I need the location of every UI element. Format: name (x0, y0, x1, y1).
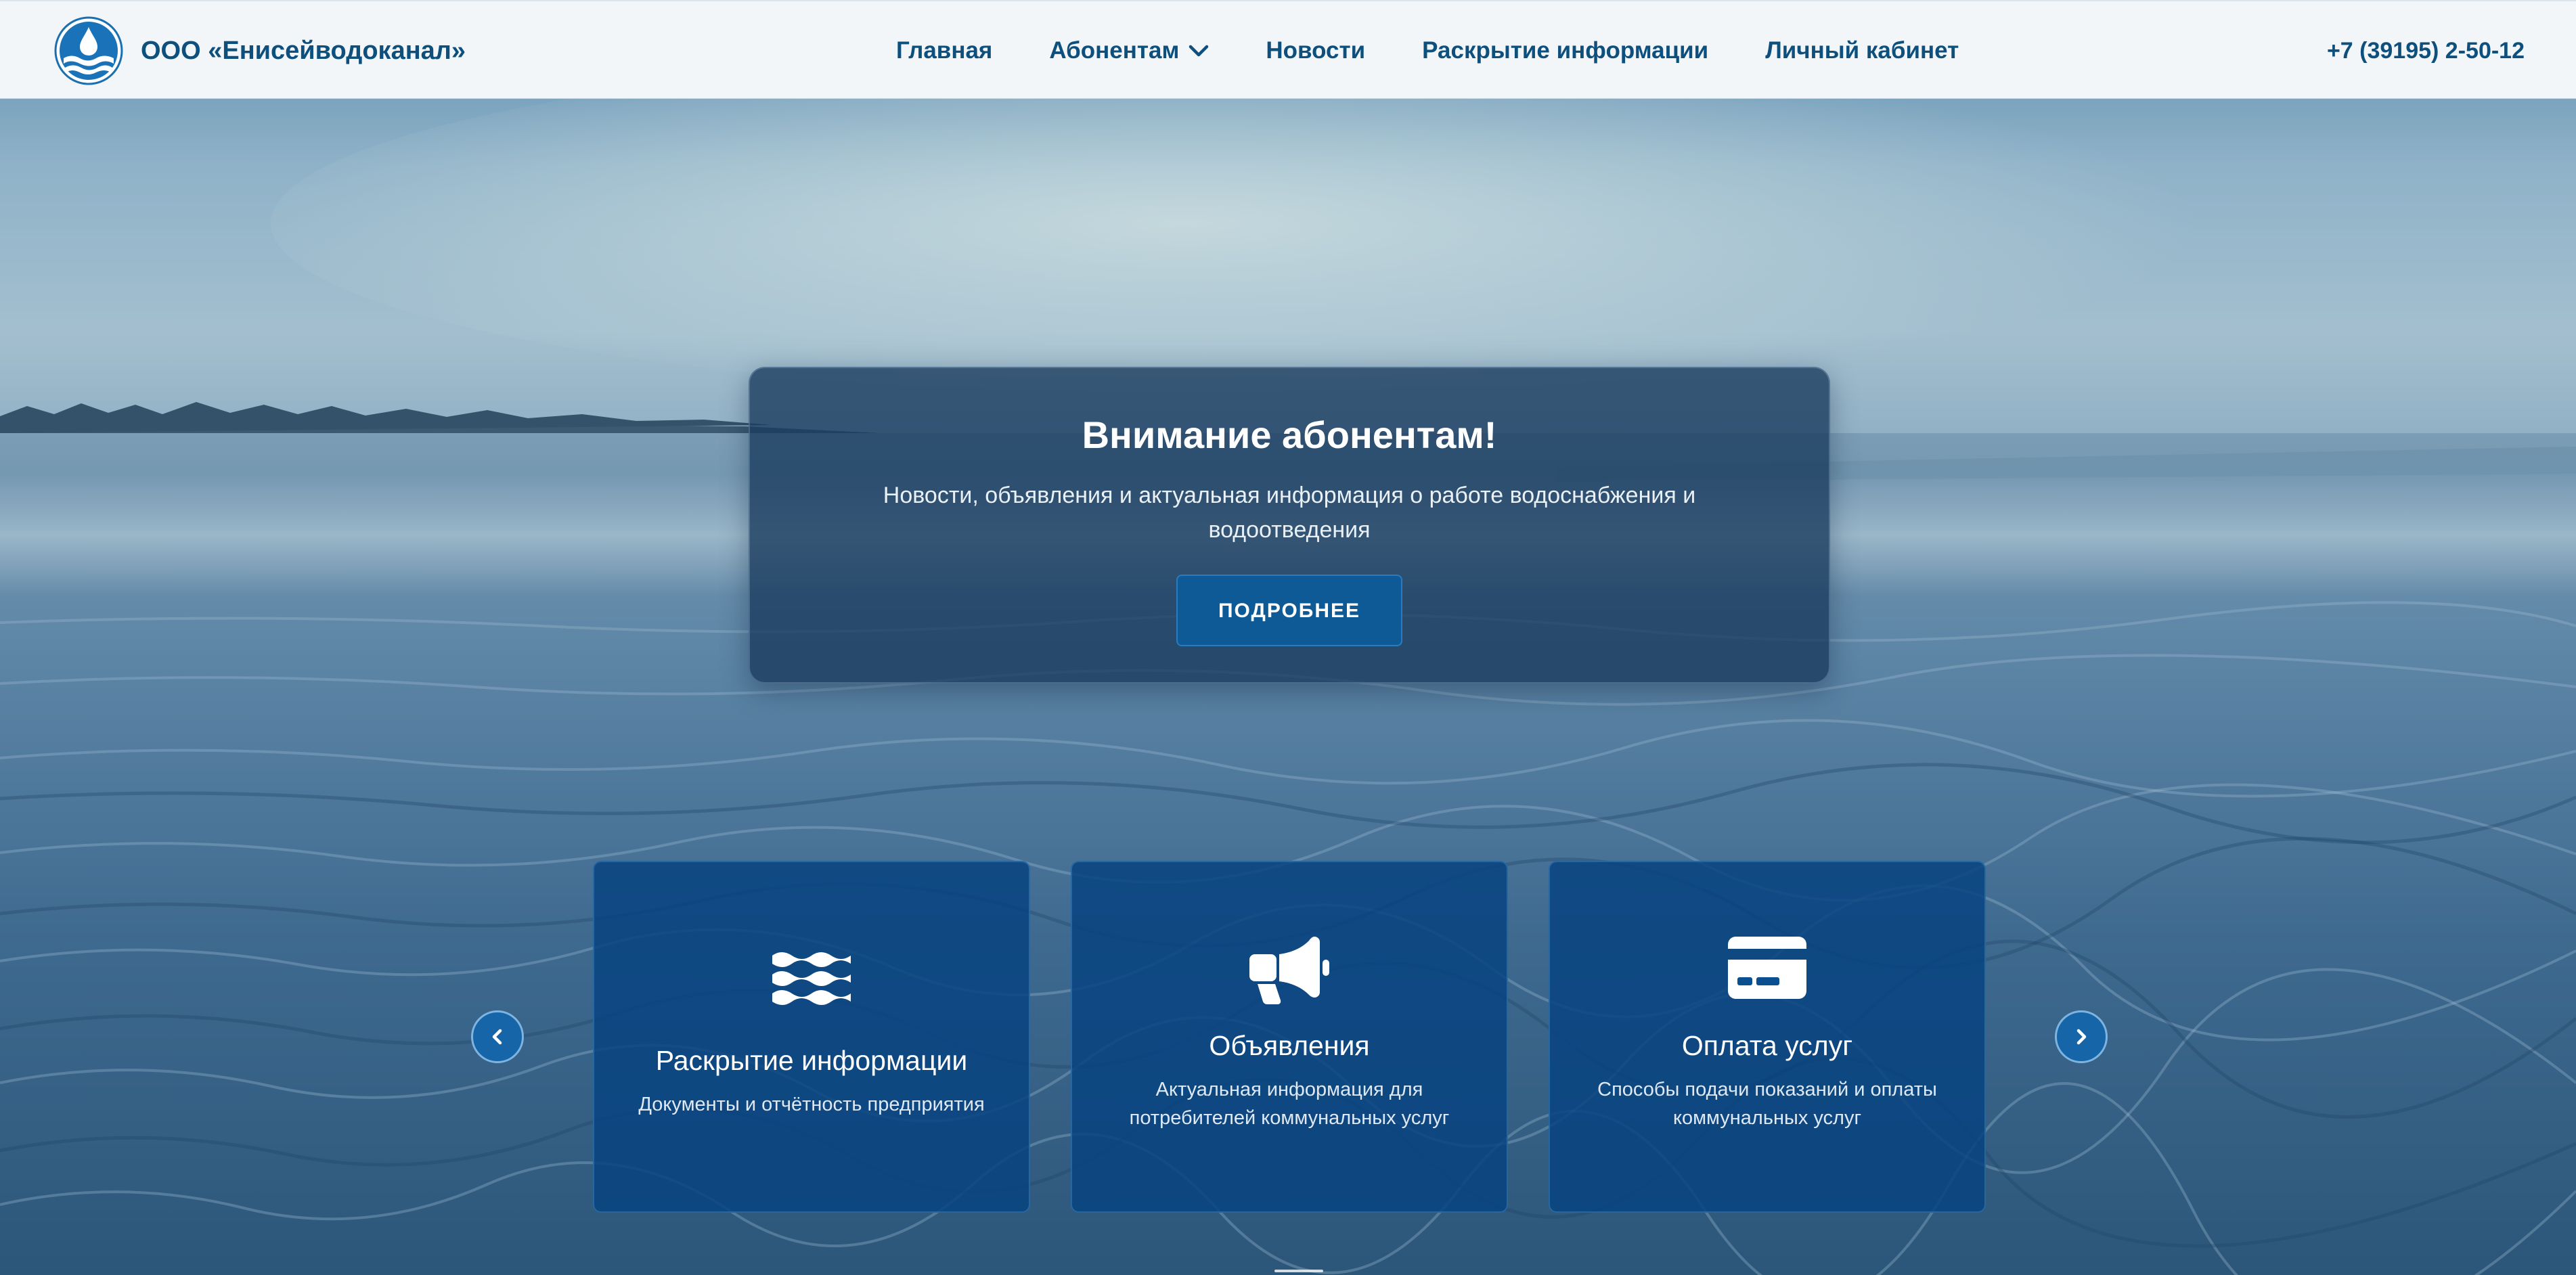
card-description: Документы и отчётность предприятия (638, 1094, 985, 1115)
more-button[interactable]: ПОДРОБНЕЕ (1176, 575, 1402, 646)
nav-label: Новости (1266, 37, 1366, 64)
chevron-down-icon (1189, 45, 1209, 57)
nav-label: Личный кабинет (1765, 37, 1959, 64)
water-drop-logo-icon (54, 16, 123, 85)
carousel-prev-button[interactable] (471, 1010, 524, 1063)
card-icon (1550, 937, 1984, 999)
card-title: Объявления (1209, 1030, 1370, 1061)
card-description: Актуальная информация для потребителей к… (1129, 1079, 1450, 1129)
nav-item-news[interactable]: Новости (1266, 37, 1365, 64)
nav-label: Главная (896, 37, 993, 64)
card-icon (594, 949, 1029, 1006)
nav-item-disclosure[interactable]: Раскрытие информации (1422, 37, 1708, 64)
brand-name: ООО «Енисейводоканал» (141, 36, 466, 65)
scroll-indicator (1274, 1270, 1323, 1272)
phone-link[interactable]: +7 (39195) 2-50-12 (2327, 1, 2525, 100)
card-description: Способы подачи показаний и оплаты коммун… (1597, 1079, 1937, 1129)
card-announcements[interactable]: Объявления Актуальная информация для пот… (1071, 861, 1508, 1213)
nav-item-subscribers[interactable]: Абонентам (1049, 37, 1209, 64)
card-payment[interactable]: Оплата услуг Способы подачи показаний и … (1549, 861, 1986, 1213)
water-waves-icon (772, 952, 851, 1005)
brand[interactable]: ООО «Енисейводоканал» (54, 16, 466, 85)
nav-item-home[interactable]: Главная (896, 37, 992, 64)
chevron-right-icon (2077, 1029, 2087, 1045)
card-disclosure[interactable]: Раскрытие информации Документы и отчётно… (593, 861, 1030, 1213)
main-nav: Главная Абонентам Новости Раскрытие инфо… (896, 1, 1959, 100)
carousel-next-button[interactable] (2055, 1010, 2108, 1063)
nav-item-account[interactable]: Личный кабинет (1765, 37, 1959, 64)
nav-label: Абонентам (1049, 37, 1180, 64)
site-header: ООО «Енисейводоканал» Главная Абонентам … (0, 0, 2576, 99)
notice-text: Новости, объявления и актуальная информа… (883, 483, 1696, 543)
nav-label: Раскрытие информации (1422, 37, 1709, 64)
notice-panel: Внимание абонентам! Новости, объявления … (749, 367, 1830, 684)
notice-title: Внимание абонентам! (1082, 413, 1497, 456)
card-icon (1072, 934, 1507, 1004)
megaphone-icon (1249, 937, 1329, 1004)
card-title: Раскрытие информации (655, 1045, 968, 1076)
chevron-left-icon (492, 1029, 502, 1045)
card-title: Оплата услуг (1681, 1030, 1853, 1061)
credit-card-icon (1728, 937, 1806, 999)
